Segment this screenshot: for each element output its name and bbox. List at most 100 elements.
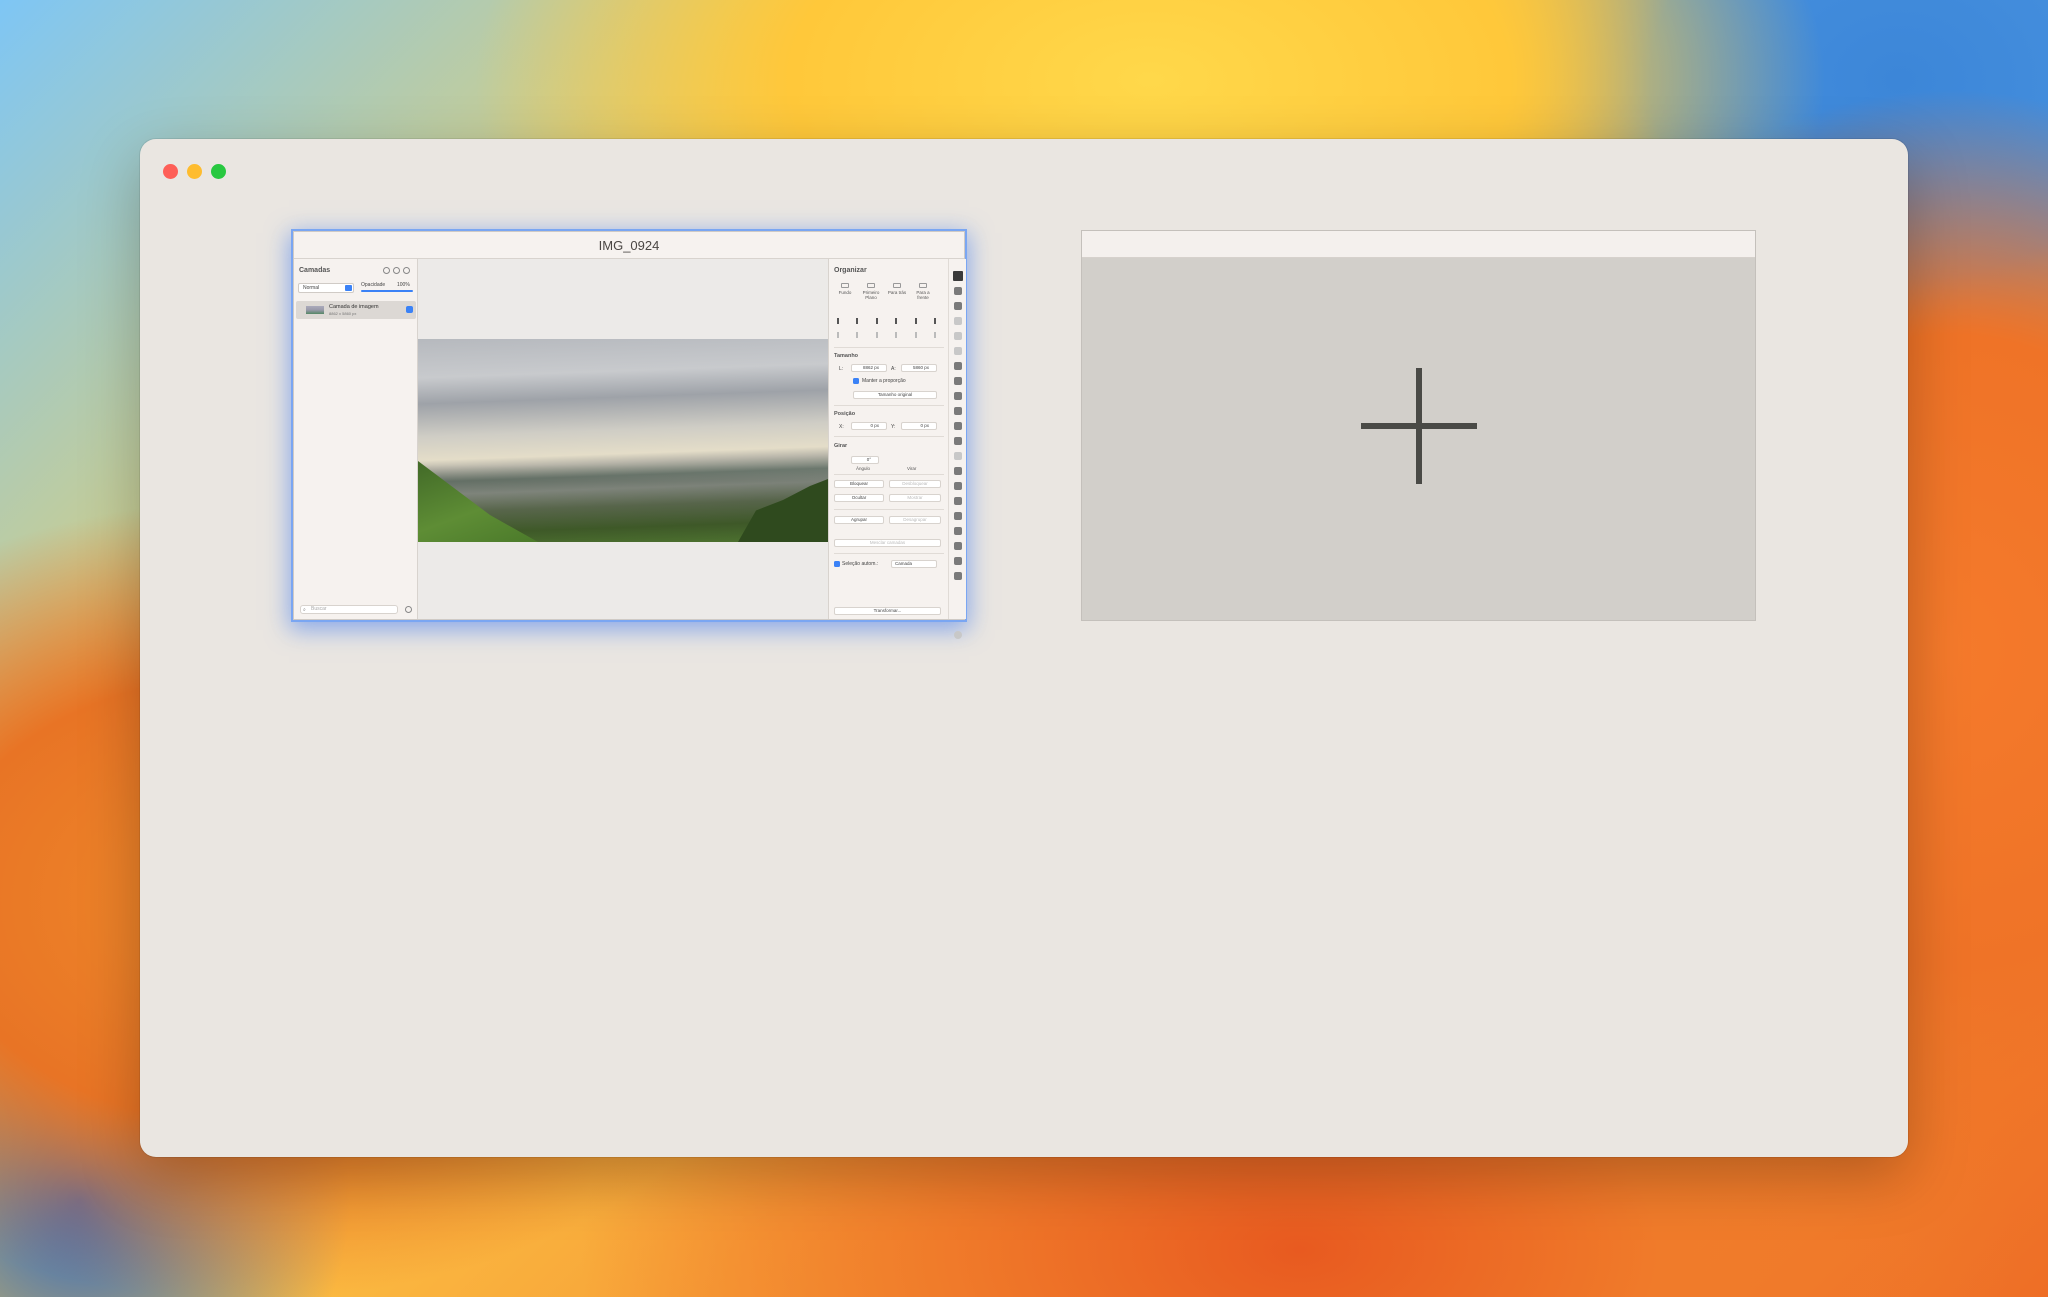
unlock-button: Desbloquear	[889, 480, 941, 488]
rotate-section-title: Girar	[834, 443, 848, 449]
close-button[interactable]	[163, 164, 178, 179]
minimize-button[interactable]	[187, 164, 202, 179]
y-field: 0 px	[901, 422, 937, 430]
bandage-icon	[954, 422, 962, 430]
ungroup-button: Desagrupar	[889, 516, 941, 524]
transform-button: Transformar...	[834, 607, 941, 615]
x-field: 0 px	[851, 422, 887, 430]
inspector-panel: Organizar Fundo Primeiro Plano Para trás…	[828, 259, 948, 619]
width-label: L:	[839, 366, 844, 372]
height-label: A:	[891, 366, 896, 372]
canvas-area	[418, 259, 828, 619]
group-button: Agrupar	[834, 516, 884, 524]
send-to-back-icon	[841, 283, 849, 288]
layer-thumbnail	[306, 306, 324, 314]
opacity-value: 100%	[397, 282, 410, 288]
opacity-label: Opacidade	[361, 282, 386, 288]
layers-panel: Camadas Normal Opacidade 100% Camada de …	[294, 259, 418, 619]
arrange-front-most-label: Primeiro Plano	[862, 290, 880, 300]
app-window: IMG_0924 Camadas Normal Opacidade 100% C…	[140, 139, 1908, 1157]
search-icon: ⌕	[303, 607, 306, 613]
arrange-back-label: Fundo	[838, 290, 852, 295]
keep-ratio-checkbox	[853, 378, 859, 384]
gear-icon	[405, 606, 412, 613]
bring-forward-icon	[919, 283, 927, 288]
arrange-backward-label: Para trás	[887, 290, 907, 295]
separator	[834, 436, 944, 437]
blend-mode-select: Normal	[298, 283, 354, 293]
auto-select-label: Seleção autom.:	[842, 561, 879, 567]
tools-bar	[948, 259, 966, 639]
layer-row: Camada de imagem 8862 x 5860 px	[296, 301, 416, 319]
magic-wand-icon	[954, 317, 962, 325]
lasso-tool-icon	[954, 302, 962, 310]
layers-search-input: ⌕ Buscar	[300, 605, 398, 614]
more-icon	[954, 631, 962, 639]
width-field: 8862 px	[851, 364, 887, 372]
dodge-icon	[954, 467, 962, 475]
y-label: Y:	[891, 424, 896, 430]
selection-brush-icon	[954, 347, 962, 355]
add-layer-icon	[403, 267, 410, 274]
crop-icon	[954, 572, 962, 580]
height-field: 5860 px	[901, 364, 937, 372]
text-tool-icon	[954, 542, 962, 550]
layer-visible-checkbox	[406, 306, 413, 313]
eraser-icon	[954, 407, 962, 415]
burn-icon	[954, 482, 962, 490]
auto-select-checkbox	[834, 561, 840, 567]
auto-select-dropdown: Camada	[891, 560, 937, 568]
photo-hill	[418, 461, 538, 542]
show-button: Mostrar	[889, 494, 941, 502]
separator	[834, 405, 944, 406]
original-size-button: Tamanho original	[853, 391, 937, 399]
inspector-title: Organizar	[834, 267, 867, 274]
plus-icon	[1361, 368, 1477, 484]
size-section-title: Tamanho	[834, 353, 859, 359]
search-placeholder: Buscar	[311, 606, 327, 612]
marquee-tool-icon	[954, 332, 962, 340]
arrange-front-most-button: Primeiro Plano	[859, 283, 883, 300]
layers-panel-title: Camadas	[299, 267, 331, 274]
separator	[834, 509, 944, 510]
flip-label: Virar	[907, 466, 917, 471]
separator	[834, 347, 944, 348]
shapes-icon	[954, 527, 962, 535]
arrange-forward-button: Para a frente	[911, 283, 935, 300]
lock-button: Bloquear	[834, 480, 884, 488]
zoom-icon	[954, 557, 962, 565]
arrange-back-button: Fundo	[833, 283, 857, 295]
photo-trees	[738, 479, 828, 542]
blend-mode-value: Normal	[303, 285, 320, 291]
bring-to-front-icon	[867, 283, 875, 288]
hide-button: Ocultar	[834, 494, 884, 502]
move-tool-icon	[953, 271, 963, 281]
layer-name: Camada de imagem	[329, 304, 379, 310]
pen-tool-icon	[954, 287, 962, 295]
layer-size: 8862 x 5860 px	[329, 311, 357, 316]
panorama-photo	[418, 339, 828, 542]
vector-pen-icon	[954, 512, 962, 520]
document-thumbnail[interactable]: IMG_0924 Camadas Normal Opacidade 100% C…	[293, 231, 966, 639]
brush-icon	[954, 377, 962, 385]
send-backward-icon	[893, 283, 901, 288]
new-document-button[interactable]	[1081, 230, 1756, 621]
arrange-forward-label: Para a frente	[916, 290, 930, 300]
distribute-row	[837, 332, 941, 340]
separator	[834, 553, 944, 554]
clone-stamp-icon	[954, 437, 962, 445]
document-title: IMG_0924	[294, 232, 964, 259]
blur-icon	[954, 452, 962, 460]
layer-mask-icon	[383, 267, 390, 274]
smudge-icon	[954, 497, 962, 505]
position-section-title: Posição	[834, 411, 856, 417]
x-label: X:	[839, 424, 844, 430]
angle-field: 0°	[851, 456, 879, 464]
angle-label: Ângulo	[856, 466, 871, 471]
maximize-button[interactable]	[211, 164, 226, 179]
layer-adjust-icon	[393, 267, 400, 274]
arrange-backward-button: Para trás	[885, 283, 909, 295]
opacity-slider	[361, 290, 413, 292]
paint-bucket-icon	[954, 392, 962, 400]
separator	[834, 474, 944, 475]
